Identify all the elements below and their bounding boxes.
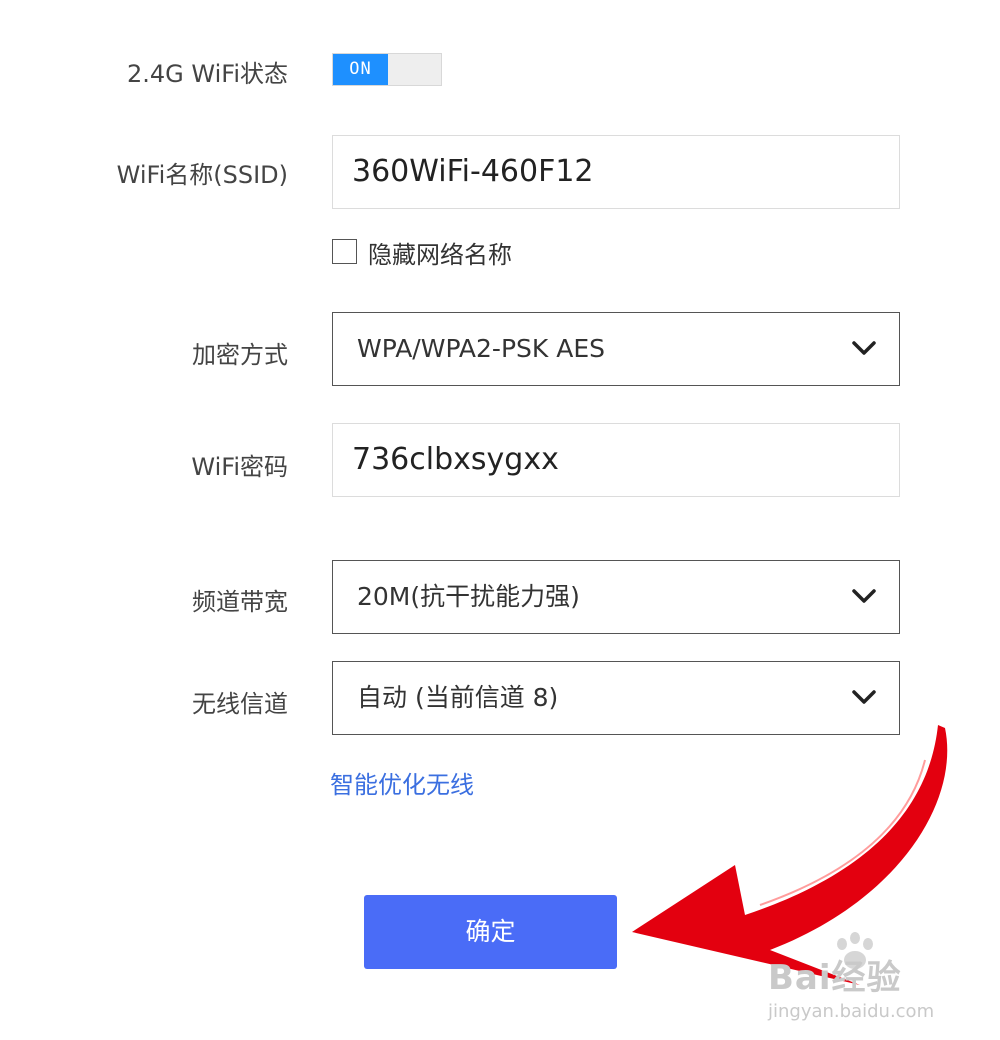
confirm-button[interactable]: 确定 — [364, 895, 617, 969]
channel-selected-value: 自动 (当前信道 8) — [357, 683, 559, 712]
baidu-jingyan-watermark: Bai经验 jingyan.baidu.com — [768, 950, 934, 1022]
encryption-label: 加密方式 — [192, 341, 288, 369]
password-input[interactable]: 736clbxsygxx — [332, 423, 900, 497]
chevron-down-icon — [852, 690, 876, 704]
wifi-status-label: 2.4G WiFi状态 — [127, 60, 288, 88]
bandwidth-label: 频道带宽 — [192, 588, 288, 616]
ssid-input[interactable]: 360WiFi-460F12 — [332, 135, 900, 209]
chevron-down-icon — [852, 589, 876, 603]
password-label: WiFi密码 — [191, 453, 288, 481]
channel-label: 无线信道 — [192, 690, 288, 718]
hide-ssid-checkbox[interactable] — [332, 239, 357, 264]
bandwidth-selected-value: 20M(抗干扰能力强) — [357, 582, 580, 611]
chevron-down-icon — [852, 341, 876, 355]
wifi-status-toggle[interactable]: ON — [332, 53, 442, 86]
encryption-selected-value: WPA/WPA2-PSK AES — [357, 334, 605, 363]
ssid-label: WiFi名称(SSID) — [116, 161, 288, 189]
bandwidth-select[interactable]: 20M(抗干扰能力强) — [332, 560, 900, 634]
hide-ssid-label: 隐藏网络名称 — [368, 241, 512, 269]
channel-select[interactable]: 自动 (当前信道 8) — [332, 661, 900, 735]
smart-optimize-link[interactable]: 智能优化无线 — [330, 765, 474, 800]
encryption-select[interactable]: WPA/WPA2-PSK AES — [332, 312, 900, 386]
watermark-main: Bai经验 — [768, 958, 902, 998]
watermark-url: jingyan.baidu.com — [768, 1001, 935, 1022]
toggle-on-text: ON — [333, 54, 388, 85]
